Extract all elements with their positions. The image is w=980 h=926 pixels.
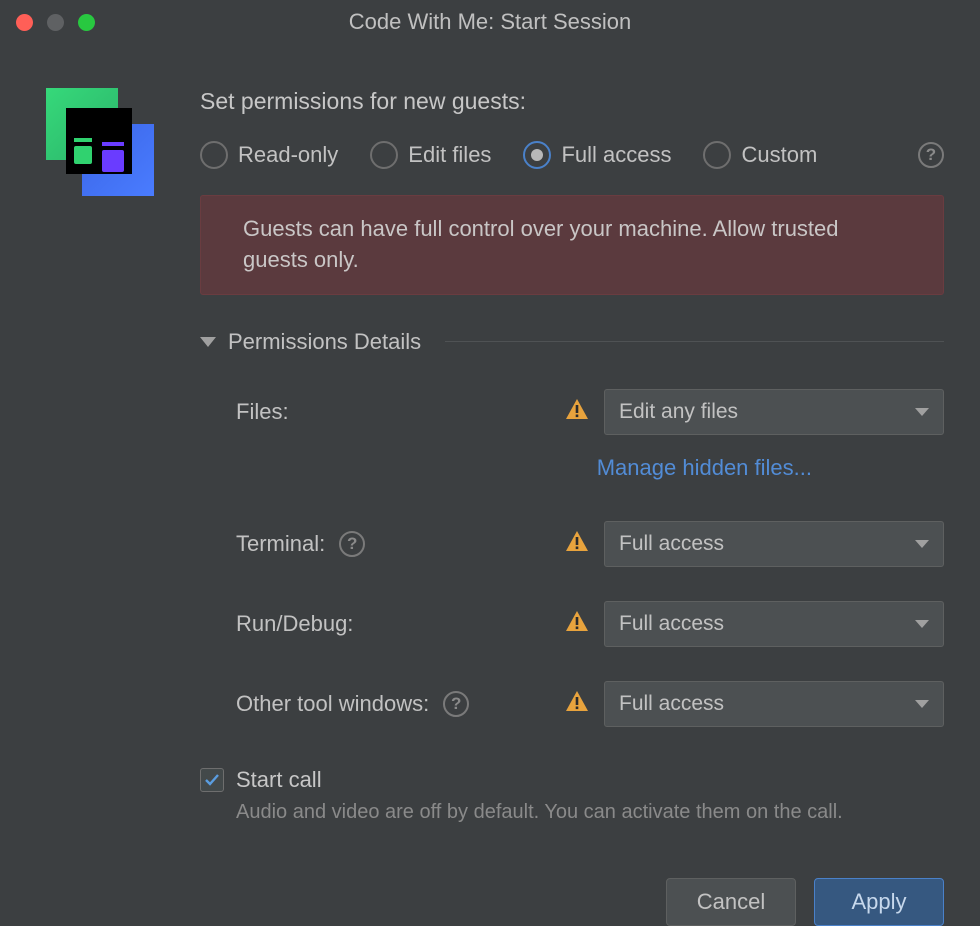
help-icon[interactable]: ? [443,691,469,717]
radio-icon [370,141,398,169]
rundebug-label: Run/Debug: [236,611,353,637]
chevron-down-icon [915,408,929,416]
warning-icon [566,691,588,717]
warning-icon [566,531,588,557]
rundebug-dropdown-value: Full access [619,612,724,636]
otherwindows-dropdown-value: Full access [619,692,724,716]
rundebug-dropdown[interactable]: Full access [604,601,944,647]
minimize-window-icon [47,14,64,31]
help-icon[interactable]: ? [339,531,365,557]
radio-icon [200,141,228,169]
divider [445,341,944,342]
files-dropdown-value: Edit any files [619,400,738,424]
terminal-dropdown-value: Full access [619,532,724,556]
preset-fullaccess-radio[interactable]: Full access [523,141,671,169]
zoom-window-icon[interactable] [78,14,95,31]
preset-custom-radio[interactable]: Custom [703,141,817,169]
preset-editfiles-radio[interactable]: Edit files [370,141,491,169]
close-window-icon[interactable] [16,14,33,31]
start-call-checkbox[interactable] [200,768,224,792]
files-label: Files: [236,399,289,425]
warning-icon [566,611,588,637]
cancel-button[interactable]: Cancel [666,878,796,926]
chevron-down-icon [915,620,929,628]
preset-readonly-radio[interactable]: Read-only [200,141,338,169]
terminal-dropdown[interactable]: Full access [604,521,944,567]
manage-hidden-files-link[interactable]: Manage hidden files... [597,455,812,481]
otherwindows-label: Other tool windows: [236,691,429,717]
warning-icon [566,399,588,425]
apply-button[interactable]: Apply [814,878,944,926]
fullaccess-warning-banner: Guests can have full control over your m… [200,195,944,295]
window-title: Code With Me: Start Session [349,9,631,35]
chevron-down-icon [200,337,216,347]
help-icon[interactable]: ? [918,142,944,168]
permissions-heading: Set permissions for new guests: [200,88,944,115]
permissions-details-title: Permissions Details [228,329,421,355]
start-call-label: Start call [236,767,322,793]
start-call-hint: Audio and video are off by default. You … [200,801,944,824]
preset-readonly-label: Read-only [238,142,338,168]
window-controls[interactable] [16,14,95,31]
otherwindows-dropdown[interactable]: Full access [604,681,944,727]
preset-editfiles-label: Edit files [408,142,491,168]
chevron-down-icon [915,540,929,548]
chevron-down-icon [915,700,929,708]
radio-icon [523,141,551,169]
files-dropdown[interactable]: Edit any files [604,389,944,435]
radio-icon [703,141,731,169]
terminal-label: Terminal: [236,531,325,557]
preset-fullaccess-label: Full access [561,142,671,168]
preset-custom-label: Custom [741,142,817,168]
permissions-details-toggle[interactable]: Permissions Details [200,329,944,355]
code-with-me-logo [44,88,156,200]
